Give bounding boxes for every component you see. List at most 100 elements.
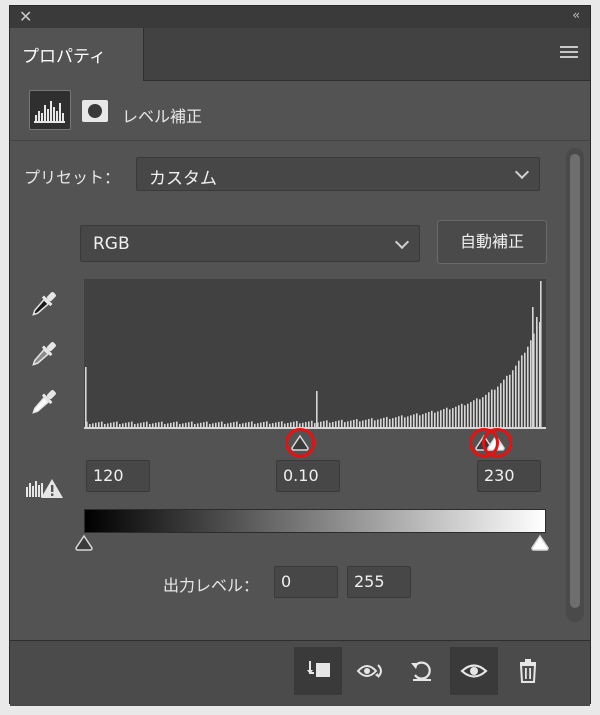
mask-icon[interactable] bbox=[82, 100, 108, 122]
properties-panel: ✕ ‹‹ プロパティ レベル補正 プリセット： カスタム RGB 自動補正 12… bbox=[9, 5, 591, 706]
clipping-warning-icon[interactable] bbox=[24, 475, 64, 501]
histogram-bar bbox=[245, 422, 247, 427]
histogram-bar bbox=[383, 417, 385, 427]
histogram-bar bbox=[380, 418, 382, 427]
histogram-bar bbox=[365, 419, 367, 427]
histogram-bar bbox=[119, 424, 121, 427]
scroll-thumb[interactable] bbox=[570, 154, 580, 608]
histogram-bar bbox=[212, 423, 214, 427]
histogram-bar bbox=[85, 367, 87, 427]
histogram-bar bbox=[167, 423, 169, 427]
histogram-bar bbox=[371, 418, 373, 427]
histogram-bar bbox=[485, 394, 487, 427]
black-point-eyedropper-icon[interactable] bbox=[27, 287, 61, 321]
histogram-bar bbox=[305, 422, 307, 427]
channel-value: RGB bbox=[93, 234, 130, 254]
histogram-bar bbox=[536, 317, 538, 427]
histogram-bar bbox=[278, 421, 280, 427]
histogram-bar bbox=[101, 421, 103, 427]
histogram-bar bbox=[284, 423, 286, 427]
histogram-bar bbox=[89, 424, 91, 427]
histogram-bar bbox=[356, 419, 358, 427]
histogram-bar bbox=[98, 422, 100, 427]
histogram-bar bbox=[134, 423, 136, 427]
histogram-bar bbox=[113, 422, 115, 427]
histogram-bar bbox=[110, 422, 112, 427]
histogram-bar bbox=[155, 422, 157, 427]
histogram-bar bbox=[320, 421, 322, 427]
histogram-bar bbox=[149, 423, 151, 427]
preset-dropdown[interactable]: カスタム bbox=[136, 157, 540, 191]
histogram-bar bbox=[377, 419, 379, 427]
scrollbar[interactable] bbox=[566, 148, 584, 622]
histogram-bar bbox=[518, 360, 520, 427]
panel-menu-icon[interactable] bbox=[560, 46, 578, 61]
view-previous-state-icon bbox=[356, 664, 382, 678]
output-black-field[interactable]: 0 bbox=[274, 566, 338, 598]
input-gamma-field[interactable]: 0.10 bbox=[276, 460, 340, 492]
histogram-bar bbox=[392, 418, 394, 427]
histogram-bar bbox=[374, 420, 376, 427]
histogram-bar bbox=[476, 398, 478, 427]
levels-icon[interactable] bbox=[29, 90, 71, 130]
toggle-visibility-button[interactable] bbox=[450, 647, 498, 695]
histogram-bar bbox=[425, 413, 427, 427]
white-point-eyedropper-icon[interactable] bbox=[27, 385, 61, 419]
gray-point-eyedropper-icon[interactable] bbox=[27, 337, 61, 371]
histogram-bar bbox=[140, 422, 142, 427]
histogram-bar bbox=[404, 417, 406, 427]
histogram-bar bbox=[316, 391, 318, 427]
histogram-bar bbox=[308, 421, 310, 427]
delete-button[interactable] bbox=[504, 647, 552, 695]
histogram-bar bbox=[368, 418, 370, 427]
histogram-bar bbox=[152, 423, 154, 427]
trash-icon bbox=[519, 659, 537, 683]
histogram bbox=[84, 279, 546, 429]
input-white-field[interactable]: 230 bbox=[477, 460, 541, 492]
histogram-bar bbox=[137, 423, 139, 427]
chevron-down-icon bbox=[514, 164, 530, 180]
clip-to-layer-icon bbox=[307, 661, 330, 677]
panel-titlebar: ✕ ‹‹ bbox=[10, 6, 590, 28]
histogram-bar bbox=[314, 423, 316, 427]
output-black-slider-handle[interactable] bbox=[74, 534, 94, 552]
histogram-bar bbox=[461, 403, 463, 427]
adjustment-title: レベル補正 bbox=[122, 107, 203, 126]
reset-button[interactable] bbox=[398, 647, 446, 695]
histogram-bar bbox=[194, 423, 196, 427]
histogram-bar bbox=[146, 421, 148, 427]
histogram-bar bbox=[311, 420, 313, 427]
auto-button[interactable]: 自動補正 bbox=[437, 220, 547, 264]
close-icon[interactable]: ✕ bbox=[19, 7, 32, 26]
clip-to-layer-button[interactable] bbox=[294, 647, 342, 695]
histogram-bar bbox=[350, 420, 352, 427]
output-white-slider-handle[interactable] bbox=[530, 534, 550, 552]
input-black-field[interactable]: 120 bbox=[86, 460, 150, 492]
tab-strip: プロパティ bbox=[10, 28, 590, 81]
histogram-bar bbox=[170, 422, 172, 427]
histogram-bar bbox=[287, 422, 289, 427]
histogram-bar bbox=[479, 399, 481, 427]
histogram-bar bbox=[197, 423, 199, 427]
histogram-bar bbox=[176, 421, 178, 427]
histogram-bar bbox=[434, 412, 436, 427]
adjustment-header: レベル補正 bbox=[10, 80, 590, 140]
histogram-bar bbox=[455, 406, 457, 427]
view-previous-state-button[interactable] bbox=[346, 647, 394, 695]
output-white-field[interactable]: 255 bbox=[347, 566, 411, 598]
histogram-bar bbox=[218, 422, 220, 427]
histogram-bar bbox=[209, 423, 211, 427]
histogram-bar bbox=[503, 379, 505, 427]
channel-dropdown[interactable]: RGB bbox=[80, 225, 420, 262]
histogram-bar bbox=[359, 421, 361, 427]
collapse-icon[interactable]: ‹‹ bbox=[572, 8, 579, 22]
histogram-bar bbox=[293, 421, 295, 427]
histogram-bar bbox=[263, 421, 265, 427]
histogram-bar bbox=[323, 421, 325, 427]
histogram-bar bbox=[362, 420, 364, 427]
tab-properties[interactable]: プロパティ bbox=[10, 28, 144, 81]
histogram-bar bbox=[407, 416, 409, 427]
histogram-bars bbox=[84, 281, 546, 429]
histogram-bar bbox=[251, 421, 253, 427]
histogram-bar bbox=[242, 423, 244, 427]
